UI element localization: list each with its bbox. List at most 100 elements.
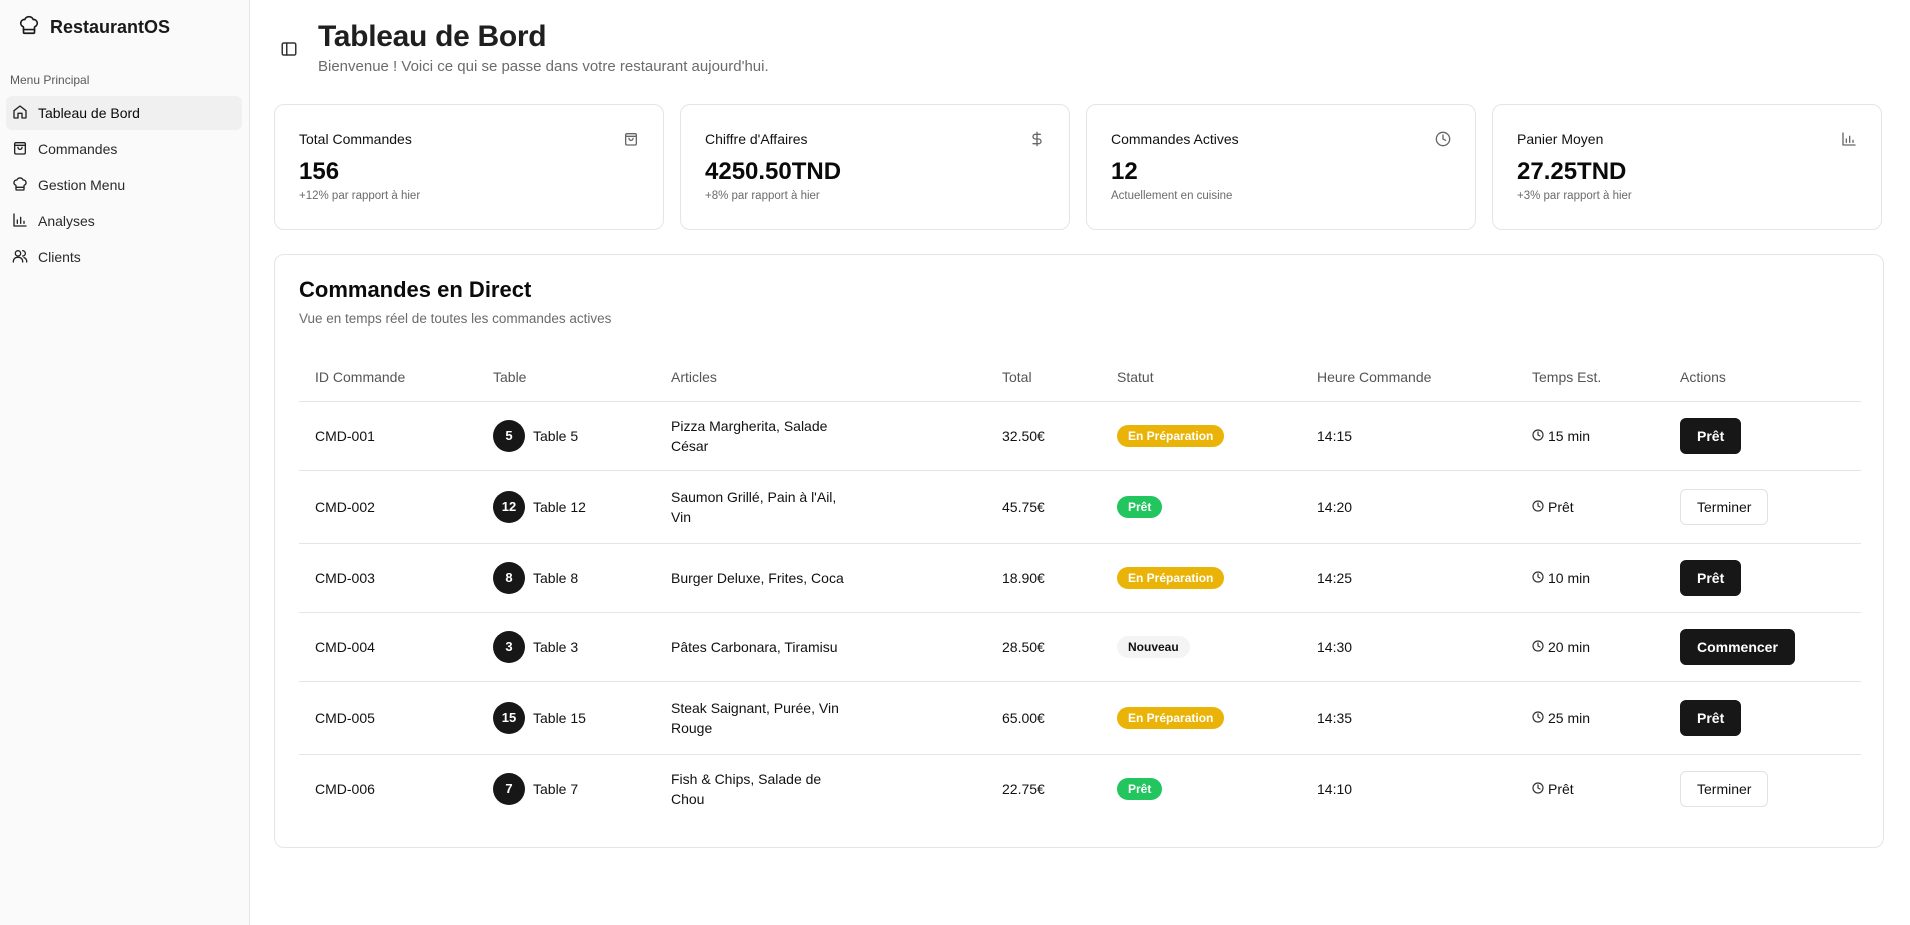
stat-note: +3% par rapport à hier	[1517, 190, 1632, 202]
status-badge: En Préparation	[1117, 566, 1225, 589]
stat-value: 12	[1111, 158, 1138, 185]
sidebar-item-clients[interactable]: Clients	[6, 240, 242, 274]
home-icon	[12, 104, 28, 123]
articles-text: Pizza Margherita, Salade César	[671, 417, 828, 454]
column-header: Actions	[1664, 353, 1861, 402]
table-label: Table 3	[533, 638, 579, 655]
app-name: RestaurantOS	[50, 17, 171, 37]
est-time-cell: 15 min	[1516, 401, 1664, 471]
clock-icon	[1532, 428, 1544, 444]
stat-card-total-orders: Total Commandes 156 +12% par rapport à h…	[274, 104, 664, 230]
table-label: Table 15	[533, 709, 586, 726]
order-total: 65.00€	[986, 681, 1101, 755]
order-time: 14:20	[1301, 470, 1516, 544]
bar-chart-icon	[1841, 131, 1857, 147]
sidebar-item-label: Tableau de Bord	[38, 105, 140, 121]
order-id: CMD-002	[299, 470, 477, 544]
order-time: 14:25	[1301, 543, 1516, 613]
sidebar-item-orders[interactable]: Commandes	[6, 132, 242, 166]
table-row: CMD-003 8 Table 8 Burger Deluxe, Frites,…	[299, 543, 1861, 613]
table-cell: 5 Table 5	[477, 401, 655, 471]
stat-note: +12% par rapport à hier	[299, 190, 421, 202]
table-label: Table 12	[533, 498, 586, 515]
actions-cell: Prêt	[1664, 681, 1861, 755]
stat-card-average-basket: Panier Moyen 27.25TND +3% par rapport à …	[1492, 104, 1882, 230]
actions-cell: Terminer	[1664, 754, 1861, 823]
column-header: Total	[986, 353, 1101, 402]
sidebar-item-dashboard[interactable]: Tableau de Bord	[6, 96, 242, 130]
clock-icon	[1532, 710, 1544, 726]
articles-text: Burger Deluxe, Frites, Coca	[671, 569, 844, 586]
table-row: CMD-002 12 Table 12 Saumon Grillé, Pain …	[299, 470, 1861, 544]
bar-chart-icon	[12, 212, 28, 231]
stat-note: +8% par rapport à hier	[705, 190, 820, 202]
order-id: CMD-003	[299, 543, 477, 613]
status-cell: En Préparation	[1101, 681, 1301, 755]
articles-cell: Pâtes Carbonara, Tiramisu	[655, 612, 986, 682]
articles-cell: Fish & Chips, Salade de Chou	[655, 754, 986, 823]
table-label: Table 5	[533, 427, 579, 444]
action-button[interactable]: Terminer	[1680, 770, 1769, 807]
action-button[interactable]: Prêt	[1680, 559, 1742, 596]
table-cell: 12 Table 12	[477, 470, 655, 544]
sidebar-item-label: Commandes	[38, 141, 118, 157]
table-number-badge: 5	[493, 419, 525, 452]
sidebar-nav: Tableau de Bord Commandes Gestion Menu A…	[6, 96, 242, 276]
column-header: Temps Est.	[1516, 353, 1664, 402]
table-header-row: ID Commande Table Articles Total Statut …	[299, 353, 1861, 402]
actions-cell: Prêt	[1664, 543, 1861, 613]
page-subtitle: Bienvenue ! Voici ce qui se passe dans v…	[318, 58, 769, 75]
clock-icon	[1532, 639, 1544, 655]
action-button[interactable]: Commencer	[1680, 628, 1795, 665]
users-icon	[12, 248, 28, 267]
chef-hat-icon	[12, 176, 28, 195]
shopping-bag-icon	[12, 140, 28, 159]
sidebar-item-analytics[interactable]: Analyses	[6, 204, 242, 238]
stat-value: 156	[299, 158, 340, 185]
action-button[interactable]: Prêt	[1680, 699, 1742, 736]
order-time: 14:30	[1301, 612, 1516, 682]
table-number-badge: 15	[493, 701, 525, 734]
est-time: 10 min	[1548, 569, 1591, 586]
order-total: 28.50€	[986, 612, 1101, 682]
articles-text: Steak Saignant, Purée, Vin Rouge	[671, 699, 839, 736]
action-button[interactable]: Prêt	[1680, 417, 1742, 454]
articles-cell: Steak Saignant, Purée, Vin Rouge	[655, 681, 986, 755]
articles-cell: Saumon Grillé, Pain à l'Ail, Vin	[655, 470, 986, 544]
sidebar-section-label: Menu Principal	[10, 73, 90, 87]
order-id: CMD-004	[299, 612, 477, 682]
live-orders-title: Commandes en Direct	[299, 277, 532, 302]
action-button[interactable]: Terminer	[1680, 488, 1769, 525]
actions-cell: Commencer	[1664, 612, 1861, 682]
est-time: 15 min	[1548, 427, 1591, 444]
sidebar-item-menu[interactable]: Gestion Menu	[6, 168, 242, 202]
column-header: Articles	[655, 353, 986, 402]
column-header: Table	[477, 353, 655, 402]
table-cell: 3 Table 3	[477, 612, 655, 682]
est-time-cell: 25 min	[1516, 681, 1664, 755]
articles-cell: Pizza Margherita, Salade César	[655, 401, 986, 471]
table-row: CMD-006 7 Table 7 Fish & Chips, Salade d…	[299, 754, 1861, 823]
table-row: CMD-004 3 Table 3 Pâtes Carbonara, Tiram…	[299, 612, 1861, 682]
table-row: CMD-005 15 Table 15 Steak Saignant, Puré…	[299, 681, 1861, 755]
order-total: 45.75€	[986, 470, 1101, 544]
brand[interactable]: RestaurantOS	[18, 14, 170, 41]
articles-text: Saumon Grillé, Pain à l'Ail, Vin	[671, 488, 837, 525]
status-badge: Nouveau	[1117, 635, 1190, 658]
page-title: Tableau de Bord	[318, 20, 547, 53]
clock-icon	[1532, 781, 1544, 797]
est-time-cell: Prêt	[1516, 754, 1664, 823]
order-time: 14:15	[1301, 401, 1516, 471]
stat-value: 27.25TND	[1517, 158, 1627, 185]
table-cell: 8 Table 8	[477, 543, 655, 613]
sidebar-toggle-icon[interactable]	[280, 40, 298, 58]
stat-title: Panier Moyen	[1517, 131, 1604, 147]
articles-cell: Burger Deluxe, Frites, Coca	[655, 543, 986, 613]
clock-icon	[1532, 570, 1544, 586]
status-badge: En Préparation	[1117, 706, 1225, 729]
order-id: CMD-001	[299, 401, 477, 471]
table-row: CMD-001 5 Table 5 Pizza Margherita, Sala…	[299, 401, 1861, 471]
actions-cell: Prêt	[1664, 401, 1861, 471]
status-cell: En Préparation	[1101, 543, 1301, 613]
table-cell: 7 Table 7	[477, 754, 655, 823]
